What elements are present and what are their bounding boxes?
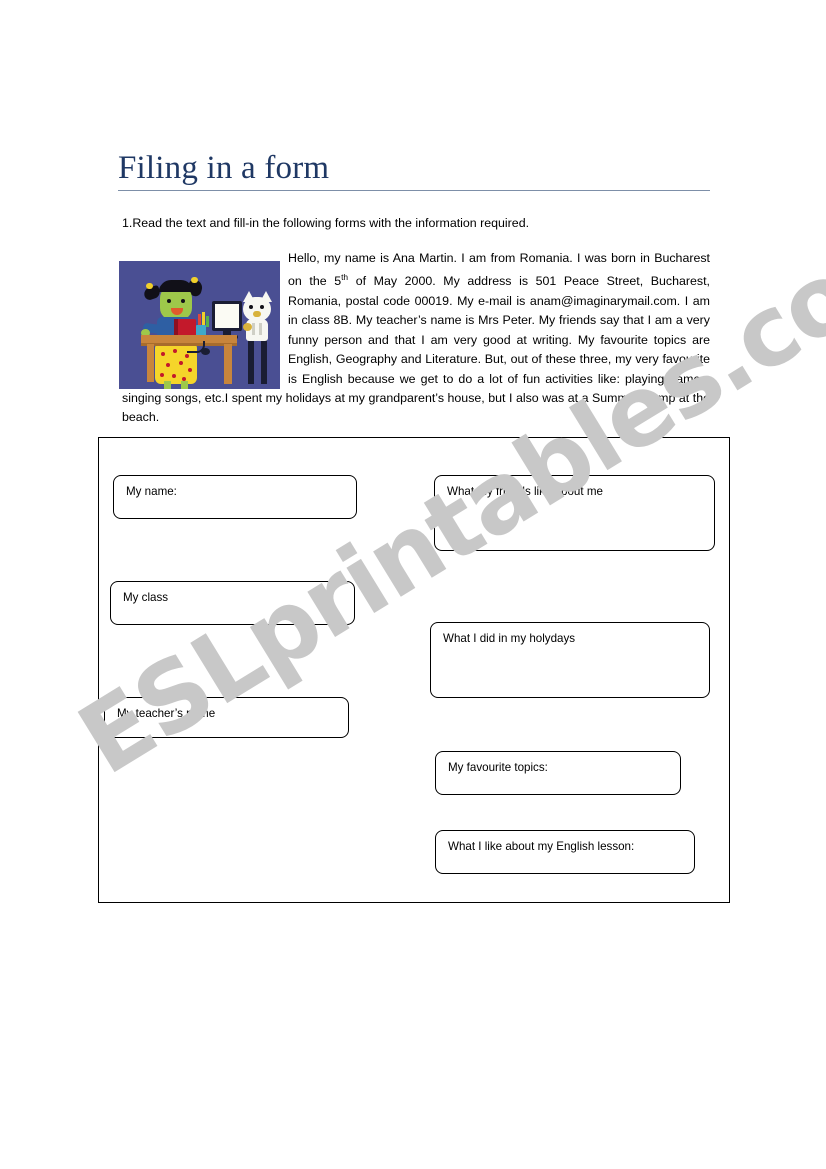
field-label-my-teachers-name: My teacher’s name <box>117 707 216 720</box>
desk-leg-left <box>147 344 154 382</box>
field-label-what-i-did-in-my-holydays: What I did in my holydays <box>443 632 576 645</box>
girl-eye-left <box>167 299 171 303</box>
field-label-my-class: My class <box>123 591 169 604</box>
cat-stripe-left <box>252 323 255 335</box>
instruction-text: 1.Read the text and fill-in the followin… <box>122 216 530 230</box>
cat-paw <box>243 323 252 331</box>
girl-leg-left <box>164 381 171 389</box>
computer-mouse-icon <box>201 348 210 355</box>
field-what-i-did-in-my-holydays[interactable]: What I did in my holydays <box>430 622 710 698</box>
girl-at-desk-illustration <box>119 261 280 389</box>
field-my-favourite-topics[interactable]: My favourite topics: <box>435 751 681 795</box>
field-label-my-name: My name: <box>126 485 177 498</box>
field-label-what-i-like-about-my-english-lesson: What I like about my English lesson: <box>448 840 635 853</box>
cat-leg-right <box>261 340 267 384</box>
desk-leg-right <box>224 344 232 384</box>
field-my-class[interactable]: My class <box>110 581 355 625</box>
field-label-my-favourite-topics: My favourite topics: <box>448 761 548 774</box>
field-what-i-like-about-my-english-lesson[interactable]: What I like about my English lesson: <box>435 830 695 874</box>
worksheet-page: Filing in a form 1.Read the text and fil… <box>0 0 826 1169</box>
cat-leg-left <box>248 340 254 384</box>
cat-stripe-right <box>259 323 262 335</box>
cat-eye-right <box>260 305 264 309</box>
cat-eye-left <box>249 305 253 309</box>
field-what-my-friends-like-about-me[interactable]: What my friends like about me <box>434 475 715 551</box>
page-title: Filing in a form <box>118 150 330 186</box>
girl-leg-right <box>181 381 188 389</box>
cat-head <box>243 297 271 321</box>
cat-nose <box>253 311 261 317</box>
field-label-what-my-friends-like-about-me: What my friends like about me <box>447 485 603 498</box>
girl-hair-bow-right <box>191 277 198 283</box>
pencil-green-icon <box>206 316 209 327</box>
field-my-teachers-name[interactable]: My teacher’s name <box>104 697 349 738</box>
field-my-name[interactable]: My name: <box>113 475 357 519</box>
monitor-screen-icon <box>215 304 239 328</box>
title-divider <box>118 190 710 191</box>
girl-hair-fringe <box>159 283 193 292</box>
girl-hair-bow-left <box>146 283 153 289</box>
girl-eye-right <box>181 299 185 303</box>
